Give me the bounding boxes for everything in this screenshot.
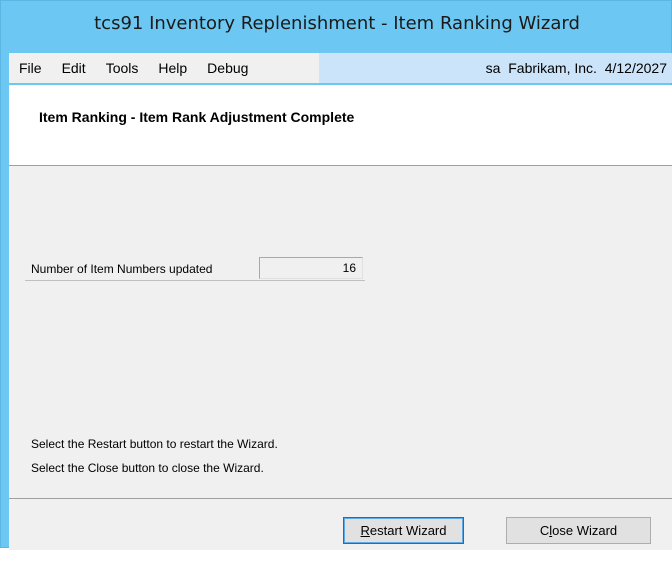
wizard-header: Item Ranking - Item Rank Adjustment Comp… <box>9 85 672 166</box>
field-underline <box>25 280 365 281</box>
restart-wizard-button[interactable]: Restart Wizard <box>343 517 464 544</box>
items-updated-field: 16 <box>259 257 363 279</box>
status-text: sa Fabrikam, Inc. 4/12/2027 <box>485 60 667 76</box>
close-wizard-label: Close Wizard <box>539 523 618 538</box>
wizard-footer: Restart Wizard Close Wizard <box>9 498 672 550</box>
menu-status-area: sa Fabrikam, Inc. 4/12/2027 <box>319 53 672 83</box>
close-instruction: Select the Close button to close the Wiz… <box>31 461 264 475</box>
menu-debug[interactable]: Debug <box>197 53 258 83</box>
menu-help[interactable]: Help <box>148 53 197 83</box>
window-title: tcs91 Inventory Replenishment - Item Ran… <box>94 12 580 34</box>
wizard-window: tcs91 Inventory Replenishment - Item Ran… <box>0 0 672 550</box>
title-bar[interactable]: tcs91 Inventory Replenishment - Item Ran… <box>1 1 672 45</box>
restart-wizard-label: Restart Wizard <box>360 523 447 538</box>
menu-bar: sa Fabrikam, Inc. 4/12/2027 File Edit To… <box>9 53 672 83</box>
close-wizard-button[interactable]: Close Wizard <box>506 517 651 544</box>
menu-tools[interactable]: Tools <box>96 53 149 83</box>
wizard-body: Number of Item Numbers updated 16 Select… <box>9 166 672 498</box>
menu-edit[interactable]: Edit <box>52 53 96 83</box>
menu-file[interactable]: File <box>9 53 52 83</box>
page-title: Item Ranking - Item Rank Adjustment Comp… <box>39 109 355 125</box>
restart-instruction: Select the Restart button to restart the… <box>31 437 278 451</box>
items-updated-label: Number of Item Numbers updated <box>31 262 213 276</box>
